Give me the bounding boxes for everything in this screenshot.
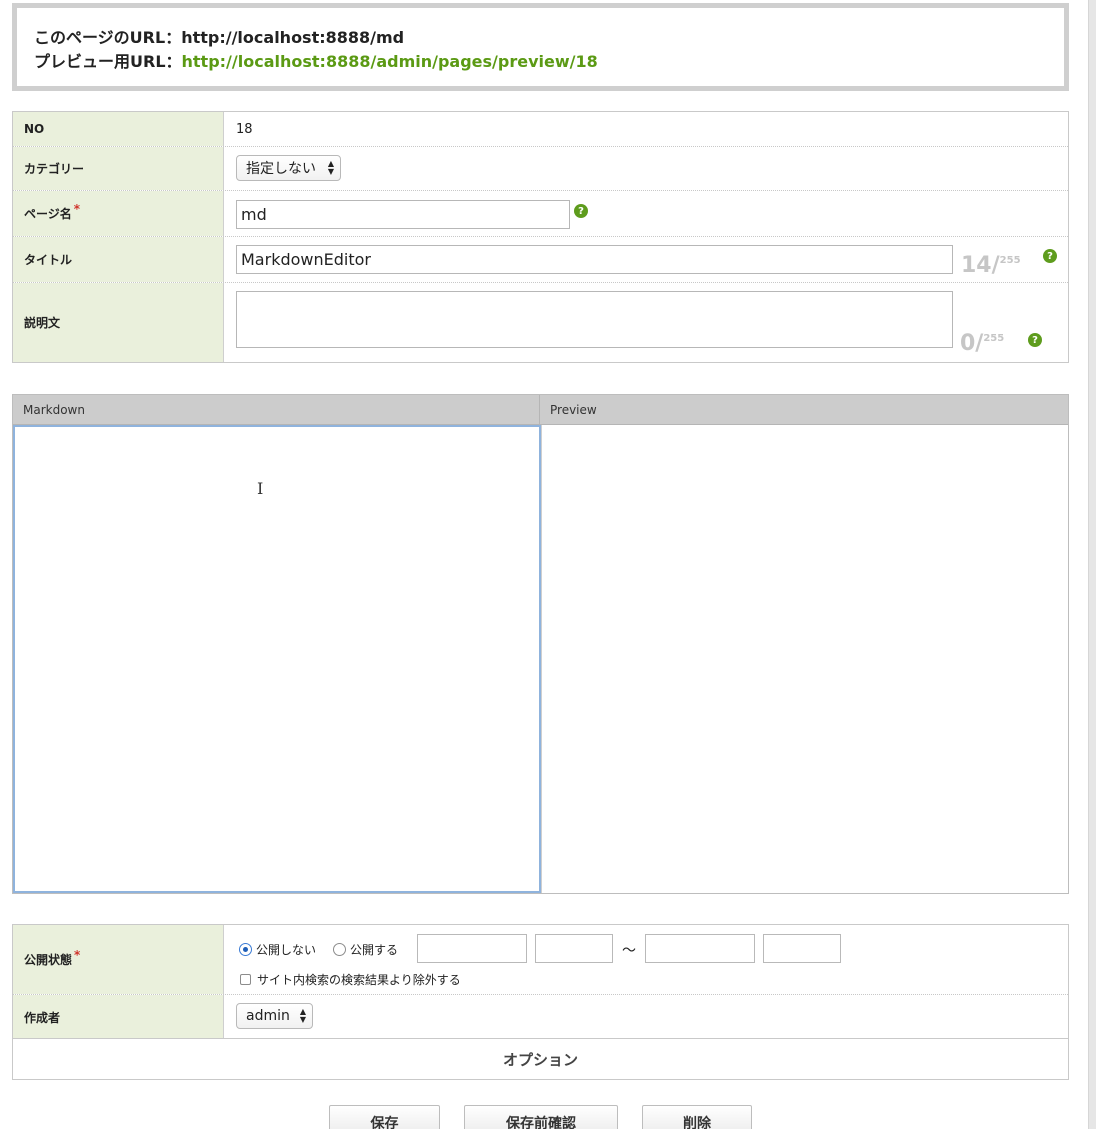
help-icon[interactable]: ? xyxy=(574,204,588,218)
row-author: 作成者 admin ▲ ▼ xyxy=(13,995,1068,1039)
no-label: NO xyxy=(13,112,224,146)
description-count: 0/ xyxy=(960,331,984,356)
category-select-value: 指定しない xyxy=(246,161,316,177)
publish-end-time[interactable] xyxy=(763,934,841,963)
title-count: 14/ xyxy=(961,253,1000,278)
description-label: 説明文 xyxy=(13,283,224,362)
author-label-text: 作成者 xyxy=(24,1010,61,1025)
page-name-input[interactable] xyxy=(236,200,570,229)
title-input[interactable] xyxy=(236,245,953,274)
help-icon[interactable]: ? xyxy=(1028,333,1042,347)
exclude-search-checkbox[interactable] xyxy=(240,974,251,985)
options-toggle[interactable]: オプション xyxy=(12,1038,1069,1080)
description-char-counter: 0/255 xyxy=(960,331,1004,356)
author-cell: admin ▲ ▼ xyxy=(224,995,1068,1039)
title-max: 255 xyxy=(999,255,1021,266)
page-url-label: このページのURL： xyxy=(34,28,182,47)
updown-arrows-icon: ▲ ▼ xyxy=(327,159,334,176)
required-mark: * xyxy=(74,947,81,962)
preview-url-line: プレビュー用URL：http://localhost:8888/admin/pa… xyxy=(34,50,1064,74)
page-url-line: このページのURL：http://localhost:8888/md xyxy=(34,26,1064,50)
radio-private-label[interactable]: 公開しない xyxy=(256,941,316,958)
title-label-text: タイトル xyxy=(24,253,73,267)
row-no: NO 18 xyxy=(13,112,1068,147)
url-info-box: このページのURL：http://localhost:8888/md プレビュー… xyxy=(12,3,1069,91)
description-max: 255 xyxy=(983,333,1005,344)
required-mark: * xyxy=(73,201,81,216)
save-button[interactable]: 保存 xyxy=(329,1105,440,1129)
publish-table: 公開状態 * 公開しない 公開する 〜 サイト内検索の検索結果より除外する 作成者… xyxy=(12,924,1069,1039)
delete-button[interactable]: 削除 xyxy=(642,1105,752,1129)
row-category: カテゴリー 指定しない ▲ ▼ xyxy=(13,147,1068,191)
category-cell: 指定しない ▲ ▼ xyxy=(224,147,1068,190)
title-label: タイトル xyxy=(13,237,224,282)
title-cell: 14/255 ? xyxy=(224,237,1068,282)
category-select[interactable]: 指定しない ▲ ▼ xyxy=(236,155,341,181)
page-name-label: ページ名 * xyxy=(13,191,224,236)
page-info-table: NO 18 カテゴリー 指定しない ▲▼ ページ名* ? タイトル xyxy=(12,111,1069,363)
preview-url-link[interactable]: http://localhost:8888/admin/pages/previe… xyxy=(182,52,598,71)
category-label: カテゴリー xyxy=(13,147,224,190)
preview-url-label: プレビュー用URL： xyxy=(34,52,182,71)
author-select-value: admin xyxy=(246,1008,290,1024)
publish-status-cell: 公開しない 公開する 〜 サイト内検索の検索結果より除外する xyxy=(224,925,1068,994)
page-url: http://localhost:8888/md xyxy=(181,28,405,47)
text-cursor-icon: I xyxy=(257,479,264,498)
no-label-text: NO xyxy=(24,122,45,136)
markdown-textarea[interactable]: I xyxy=(13,425,541,893)
publish-status-label-text: 公開状態 xyxy=(24,953,73,967)
author-label: 作成者 xyxy=(13,995,224,1039)
description-cell: 0/255 ? xyxy=(224,283,1068,362)
title-char-counter: 14/255 xyxy=(961,253,1021,278)
category-label-text: カテゴリー xyxy=(24,162,85,176)
page-name-cell: ? xyxy=(224,191,1068,236)
page-name-label-text: ページ名 xyxy=(24,207,72,221)
author-select[interactable]: admin ▲ ▼ xyxy=(236,1003,313,1029)
page: このページのURL：http://localhost:8888/md プレビュー… xyxy=(0,0,1096,1129)
updown-arrows-icon: ▲ ▼ xyxy=(299,1007,306,1024)
row-publish-status: 公開状態 * 公開しない 公開する 〜 サイト内検索の検索結果より除外する xyxy=(13,925,1068,995)
preview-before-save-button[interactable]: 保存前確認 xyxy=(464,1105,618,1129)
description-textarea[interactable] xyxy=(236,291,953,348)
publish-status-label: 公開状態 * xyxy=(13,925,224,994)
preview-pane xyxy=(541,425,1068,893)
help-icon[interactable]: ? xyxy=(1043,249,1057,263)
publish-begin-time[interactable] xyxy=(535,934,613,963)
no-value: 18 xyxy=(236,122,253,137)
markdown-editor: Markdown Preview I xyxy=(12,394,1069,894)
scrollbar-gutter[interactable] xyxy=(1088,0,1096,1129)
no-cell: 18 xyxy=(224,112,1068,146)
radio-public-label[interactable]: 公開する xyxy=(350,941,398,958)
exclude-search-label[interactable]: サイト内検索の検索結果より除外する xyxy=(257,971,461,988)
description-label-text: 説明文 xyxy=(24,316,61,330)
markdown-header: Markdown xyxy=(13,395,540,425)
range-separator: 〜 xyxy=(622,943,636,959)
row-description: 説明文 0/255 ? xyxy=(13,283,1068,362)
publish-begin-date[interactable] xyxy=(417,934,527,963)
publish-end-date[interactable] xyxy=(645,934,755,963)
preview-header: Preview xyxy=(540,395,1068,425)
row-page-name: ページ名* ? xyxy=(13,191,1068,237)
row-title: タイトル 14/255 ? xyxy=(13,237,1068,283)
radio-private[interactable] xyxy=(239,943,252,956)
radio-public[interactable] xyxy=(333,943,346,956)
